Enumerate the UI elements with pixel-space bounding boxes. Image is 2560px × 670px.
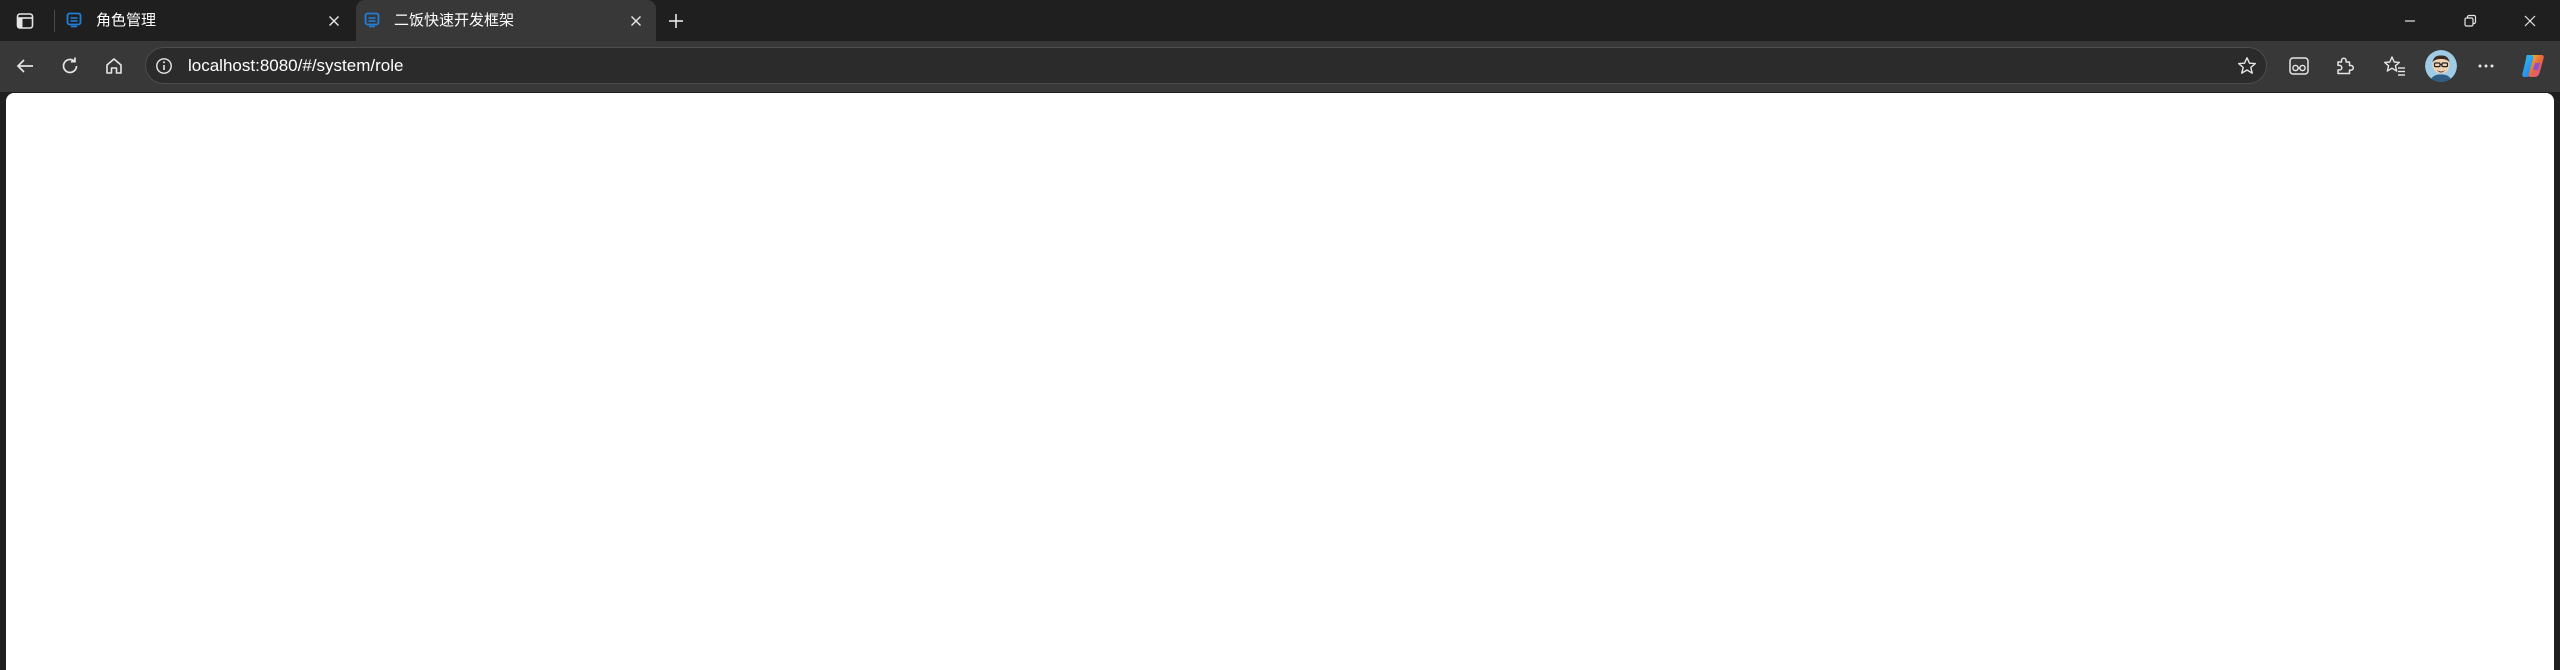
star-icon[interactable] [2236,55,2258,77]
favorites-icon[interactable] [2380,51,2410,81]
vue-admin-icon [364,12,380,28]
puzzle-icon[interactable] [2329,51,2359,81]
refresh-icon[interactable] [55,51,85,81]
info-icon[interactable] [154,56,174,76]
avatar[interactable] [2425,50,2457,82]
plus-icon[interactable] [662,7,690,35]
browser-toolbar: localhost:8080/#/system/role [0,41,2560,92]
minimize-icon[interactable] [2380,0,2440,41]
copilot-icon[interactable] [2518,51,2548,81]
page-viewport[interactable] [6,93,2554,670]
back-arrow-icon[interactable] [10,51,40,81]
tab-title: 角色管理 [96,12,157,29]
browser-window: 角色管理 二饭快速开发框架 localhost:8080/#/system/ro… [0,0,2560,670]
reading-mode-icon[interactable] [2284,51,2314,81]
tab-erfan-framework[interactable]: 二饭快速开发框架 [356,0,656,41]
close-icon[interactable] [324,11,344,31]
more-icon[interactable] [2471,51,2501,81]
restore-icon[interactable] [2440,0,2500,41]
close-icon[interactable] [626,11,646,31]
address-bar[interactable]: localhost:8080/#/system/role [145,47,2267,84]
window-close-icon[interactable] [2500,0,2560,41]
tab-actions-icon[interactable] [12,8,38,34]
home-icon[interactable] [99,51,129,81]
vue-admin-icon [66,12,82,28]
url-text[interactable]: localhost:8080/#/system/role [188,48,403,83]
tab-strip: 角色管理 二饭快速开发框架 [0,0,2560,41]
tab-title: 二饭快速开发框架 [394,12,515,29]
tab-role-management[interactable]: 角色管理 [56,0,354,41]
tab-separator [54,10,55,32]
